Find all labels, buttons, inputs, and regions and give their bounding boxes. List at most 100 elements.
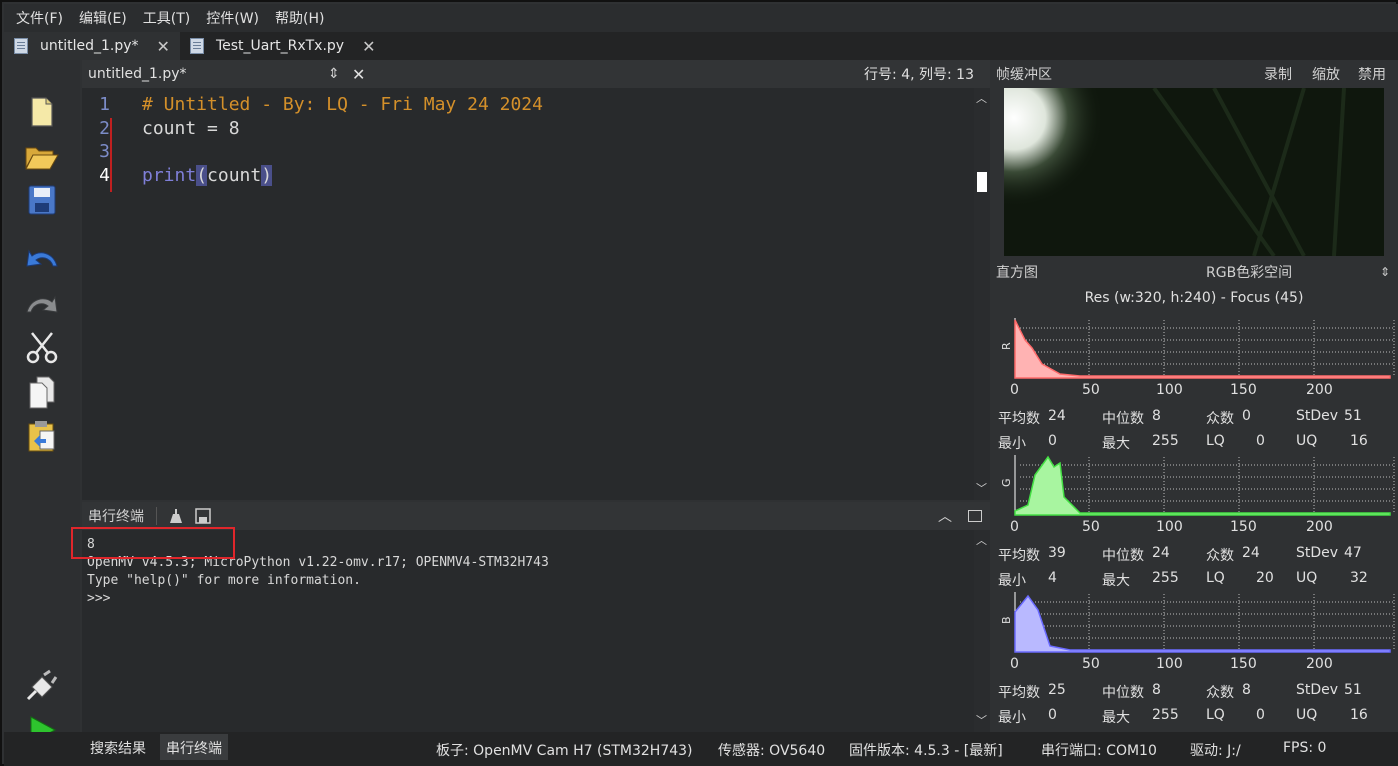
histogram-title: 直方图 (996, 265, 1038, 281)
framebuffer-header: 帧缓冲区 录制 缩放 禁用 (990, 60, 1398, 88)
code-line: count = 8 (142, 118, 240, 139)
record-button[interactable]: 录制 (1264, 64, 1292, 84)
file-tab-untitled[interactable]: untitled_1.py* ✕ (4, 32, 180, 60)
close-icon[interactable]: ✕ (157, 37, 170, 56)
stat-stdev-label: StDev (1296, 682, 1339, 698)
axis-tick-label: 200 (1306, 656, 1333, 672)
menu-bar: 文件(F) 编辑(E) 工具(T) 控件(W) 帮助(H) (4, 4, 1398, 32)
terminal-header: 串行终端 ︿ (82, 502, 990, 530)
zoom-button[interactable]: 缩放 (1312, 64, 1340, 84)
disable-button[interactable]: 禁用 (1358, 64, 1386, 84)
axis-tick-label: 100 (1156, 382, 1183, 398)
stat-mode-value: 8 (1242, 682, 1251, 698)
axis-tick-label: 150 (1230, 656, 1257, 672)
editor-header: untitled_1.py* ⇕ ✕ 行号: 4, 列号: 13 (82, 60, 990, 88)
folder-open-icon (25, 147, 59, 170)
maximize-icon[interactable] (968, 510, 982, 522)
file-tab-test-uart[interactable]: Test_Uart_RxTx.py ✕ (180, 32, 386, 60)
cut-button[interactable] (22, 328, 62, 368)
terminal-line: >>> (87, 591, 111, 606)
menu-edit[interactable]: 编辑(E) (79, 8, 127, 28)
save-log-icon[interactable] (195, 508, 211, 524)
status-port: 串行端口: COM10 (1041, 743, 1157, 759)
stat-mode-label: 众数 (1206, 548, 1234, 564)
stat-stdev-label: StDev (1296, 408, 1339, 424)
ide-window: 文件(F) 编辑(E) 工具(T) 控件(W) 帮助(H) untitled_1… (0, 0, 1398, 766)
stat-median-label: 中位数 (1102, 548, 1144, 564)
terminal-scrollbar[interactable]: ︿ ﹀ (974, 530, 990, 732)
highlight-box (71, 527, 235, 559)
code-paren: ( (196, 165, 208, 186)
scroll-down-icon[interactable]: ﹀ (976, 712, 987, 728)
open-file-button[interactable] (22, 136, 62, 176)
histogram-area (1014, 594, 1391, 653)
resolution-label: Res (w:320, h:240) - Focus (45) (1084, 290, 1304, 306)
close-icon[interactable]: ✕ (352, 65, 365, 84)
stat-uq-value: 16 (1350, 707, 1368, 723)
terminal-line: Type "help()" for more information. (87, 573, 361, 588)
menu-help[interactable]: 帮助(H) (275, 8, 324, 28)
stat-min-label: 最小 (998, 710, 1026, 726)
save-button[interactable] (22, 180, 62, 220)
clear-broom-icon[interactable] (167, 508, 185, 524)
select-arrows-icon[interactable]: ⇕ (1380, 265, 1390, 279)
file-tabs: untitled_1.py* ✕ Test_Uart_RxTx.py ✕ (4, 32, 1398, 60)
serial-terminal[interactable]: 8 OpenMV v4.5.3; MicroPython v1.22-omv.r… (71, 527, 974, 732)
status-firmware[interactable]: 固件版本: 4.5.3 - [最新] (849, 740, 1003, 760)
tab-serial-terminal[interactable]: 串行终端 (160, 734, 228, 760)
status-bar: 搜索结果 串行终端 板子: OpenMV Cam H7 (STM32H743) … (4, 732, 1398, 766)
redo-button[interactable] (22, 284, 62, 324)
undo-button[interactable] (22, 238, 62, 278)
channel-label: B (1000, 616, 1013, 624)
stat-mode-value: 24 (1242, 545, 1260, 561)
axis-tick-label: 150 (1230, 382, 1257, 398)
line-number: 3 (99, 141, 110, 162)
file-selector-arrows-icon[interactable]: ⇕ (328, 66, 340, 82)
divider (156, 507, 157, 525)
histogram-r-channel: R 0 50 100 150 200 平均数 24 中位数 8 众数 0 StDev 51 最小 0 最大 255… (990, 310, 1398, 452)
scroll-down-icon[interactable]: ﹀ (976, 480, 987, 496)
line-number: 1 (99, 94, 110, 115)
editor-scrollbar[interactable]: ︿ ﹀ (974, 88, 990, 500)
scroll-up-icon[interactable]: ︿ (976, 90, 987, 106)
axis-tick-label: 0 (1010, 656, 1019, 672)
stat-mean-label: 平均数 (998, 411, 1040, 427)
stat-stdev-label: StDev (1296, 545, 1339, 561)
line-number: 4 (99, 165, 110, 186)
colorspace-select[interactable]: RGB色彩空间 (1206, 262, 1292, 282)
status-fps: FPS: 0 (1283, 740, 1327, 756)
stat-lq-label: LQ (1206, 707, 1225, 723)
axis-tick-label: 200 (1306, 382, 1333, 398)
tab-search-results[interactable]: 搜索结果 (84, 734, 152, 760)
menu-file[interactable]: 文件(F) (16, 8, 63, 28)
histogram-plot: G (1000, 455, 1395, 516)
scissors-icon (26, 332, 58, 364)
editor-filename[interactable]: untitled_1.py* (88, 66, 187, 82)
stat-lq-value: 0 (1256, 707, 1265, 723)
left-toolbar (4, 60, 80, 744)
stat-mode-value: 0 (1242, 408, 1251, 424)
file-tab-label: untitled_1.py* (40, 38, 139, 54)
framebuffer-image (1004, 88, 1384, 256)
collapse-up-icon[interactable]: ︿ (938, 506, 952, 526)
menu-widgets[interactable]: 控件(W) (206, 8, 259, 28)
stat-median-label: 中位数 (1102, 411, 1144, 427)
new-file-button[interactable] (22, 92, 62, 132)
status-sensor: 传感器: OV5640 (718, 743, 826, 759)
stat-stdev-value: 51 (1344, 682, 1362, 698)
code-editor[interactable]: 1 # Untitled - By: LQ - Fri May 24 2024 … (82, 88, 974, 500)
paste-button[interactable] (22, 416, 62, 456)
terminal-title: 串行终端 (88, 509, 144, 525)
stat-median-label: 中位数 (1102, 685, 1144, 701)
redo-icon (26, 295, 58, 313)
scroll-thumb[interactable] (977, 172, 987, 192)
close-icon[interactable]: ✕ (362, 37, 375, 56)
scroll-up-icon[interactable]: ︿ (976, 532, 987, 548)
copy-button[interactable] (22, 372, 62, 412)
code-paren: ) (261, 165, 273, 186)
connect-button[interactable] (22, 666, 62, 706)
axis-tick-label: 100 (1156, 519, 1183, 535)
menu-tools[interactable]: 工具(T) (143, 8, 190, 28)
status-drive: 驱动: J:/ (1190, 743, 1241, 759)
paste-icon (28, 421, 55, 452)
